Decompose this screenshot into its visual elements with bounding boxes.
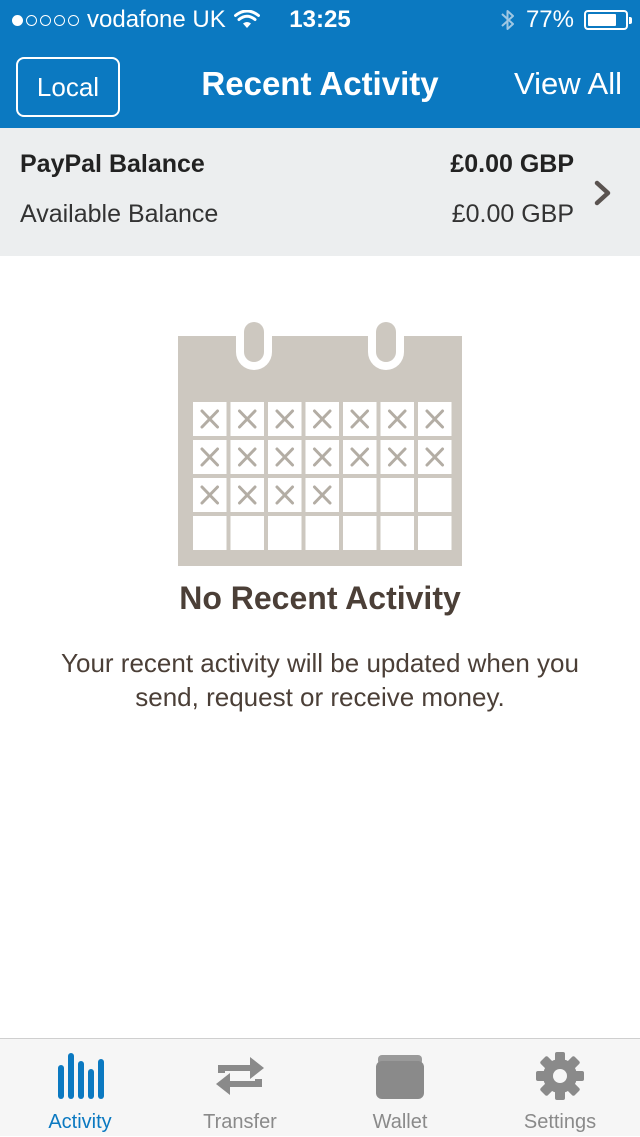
empty-state-message: Your recent activity will be updated whe… (61, 648, 579, 712)
calendar-day (268, 516, 302, 550)
navigation-bar: Local Recent Activity View All (0, 40, 640, 128)
calendar-day (380, 478, 414, 512)
transfer-icon (216, 1057, 264, 1095)
calendar-day (193, 516, 227, 550)
calendar-day (230, 516, 264, 550)
calendar-icon (178, 314, 462, 566)
tab-wallet[interactable]: Wallet (320, 1039, 480, 1137)
wallet-icon (376, 1055, 424, 1099)
chevron-right-icon[interactable] (592, 180, 614, 206)
tab-activity-label: Activity (48, 1111, 112, 1133)
tab-wallet-label: Wallet (372, 1111, 428, 1133)
calendar-day (380, 516, 414, 550)
battery-fill (588, 14, 616, 26)
tab-transfer-label: Transfer (203, 1111, 277, 1133)
calendar-day (343, 516, 377, 550)
empty-state-title: No Recent Activity (179, 580, 461, 616)
battery-icon (584, 10, 632, 30)
battery-percent: 77% (525, 6, 574, 33)
calendar-day (343, 478, 377, 512)
paypal-balance-label: PayPal Balance (20, 150, 205, 178)
activity-icon (58, 1053, 104, 1099)
status-bar: vodafone UK 13:25 77% (0, 0, 640, 40)
tab-activity[interactable]: Activity (0, 1039, 160, 1137)
calendar-day (418, 478, 452, 512)
calendar-day (418, 516, 452, 550)
balance-panel[interactable]: PayPal Balance £0.00 GBP Available Balan… (0, 128, 640, 256)
tab-bar: Activity Transfer Wallet Settings (0, 1038, 640, 1136)
available-balance-label: Available Balance (20, 200, 219, 228)
gear-icon (536, 1052, 584, 1100)
tab-settings[interactable]: Settings (480, 1039, 640, 1137)
calendar-day (305, 516, 339, 550)
bluetooth-icon (501, 10, 514, 30)
view-all-button[interactable]: View All (514, 62, 622, 106)
paypal-balance-amount: £0.00 GBP (450, 150, 574, 178)
tab-transfer[interactable]: Transfer (160, 1039, 320, 1137)
status-right-group: 77% (500, 6, 632, 34)
available-balance-amount: £0.00 GBP (451, 200, 574, 228)
tab-settings-label: Settings (523, 1111, 597, 1133)
